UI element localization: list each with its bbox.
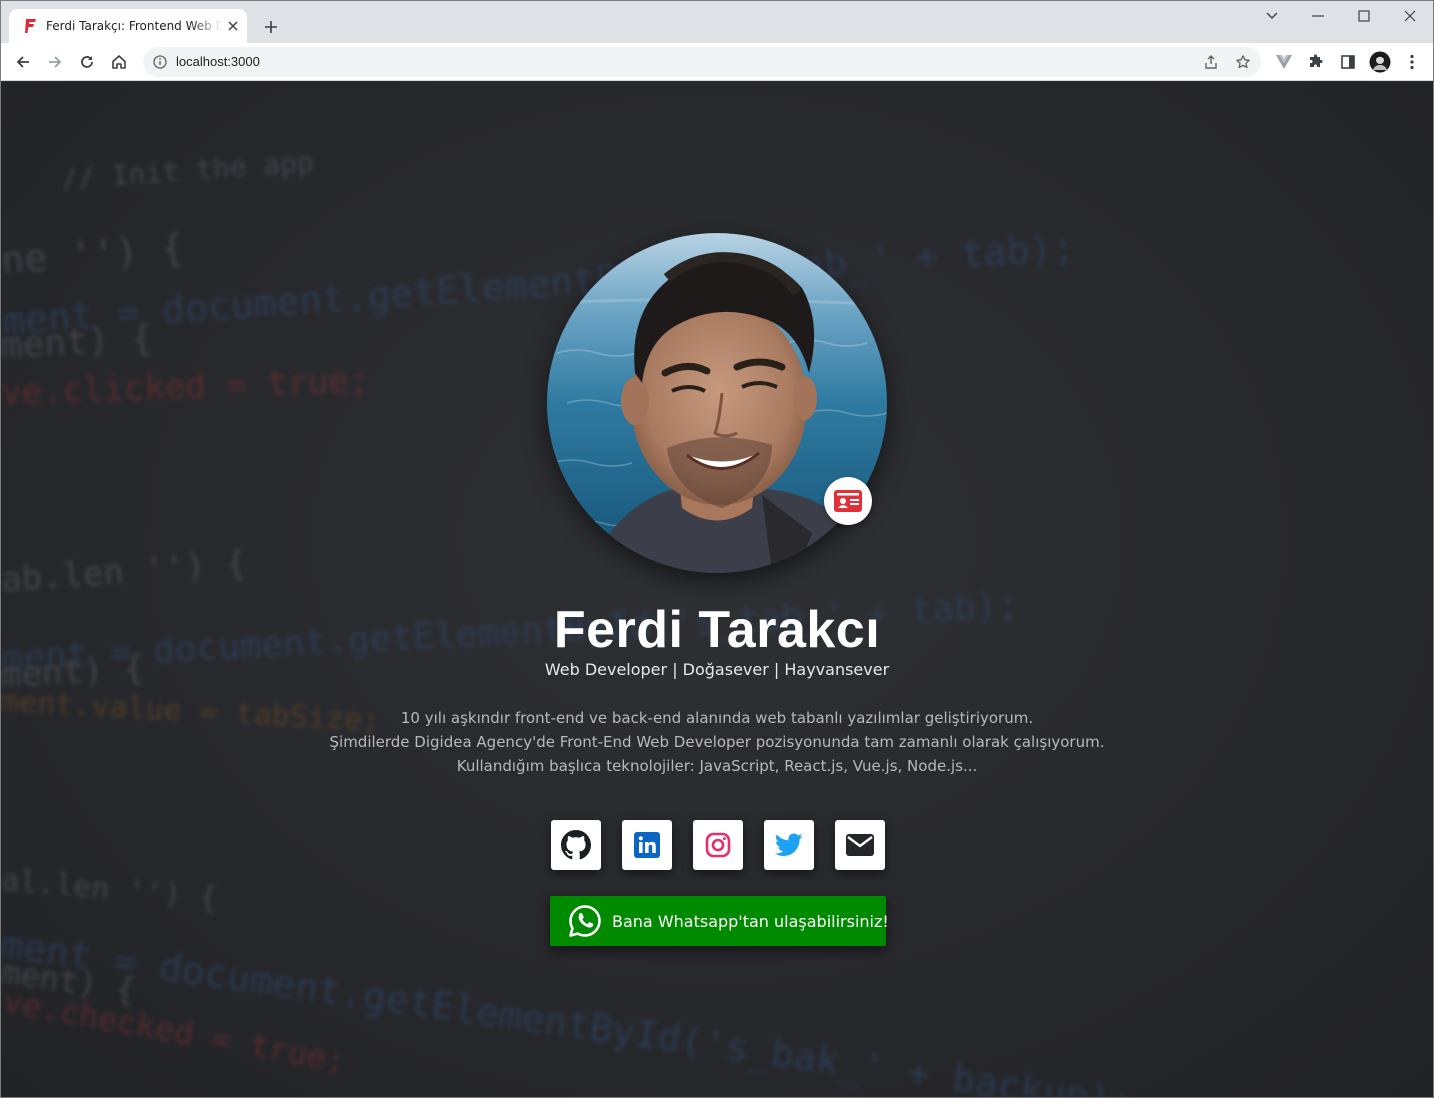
- envelope-icon: [846, 834, 874, 856]
- code-line: al.len '') {: [1, 862, 219, 917]
- tab-title: Ferdi Tarakçı: Frontend Web Developer: [46, 19, 222, 33]
- bio-line: Kullandığım başlıca teknolojiler: JavaSc…: [456, 757, 978, 775]
- reload-button[interactable]: [73, 48, 101, 76]
- close-window-button[interactable]: [1387, 1, 1433, 31]
- new-tab-button[interactable]: [259, 15, 283, 39]
- browser-window: Ferdi Tarakçı: Frontend Web Developer: [0, 0, 1434, 1098]
- instagram-icon: [705, 832, 731, 858]
- email-link-button[interactable]: [835, 820, 885, 870]
- code-line: ve.clicked = true;: [1, 360, 371, 414]
- page-content: // Init the app ne '') { ment = document…: [1, 82, 1433, 1098]
- twitter-link-button[interactable]: [764, 820, 814, 870]
- linkedin-icon: [634, 832, 660, 858]
- bookmark-star-icon[interactable]: [1235, 54, 1251, 70]
- id-card-icon[interactable]: [824, 477, 872, 525]
- tab-search-icon[interactable]: [1249, 1, 1295, 31]
- whatsapp-button-label: Bana Whatsapp'tan ulaşabilirsiniz!: [612, 911, 889, 931]
- code-line: // Init the app: [60, 145, 315, 196]
- forward-button[interactable]: [41, 48, 69, 76]
- linkedin-link-button[interactable]: [622, 820, 672, 870]
- code-line: ne '') {: [1, 225, 186, 283]
- share-icon[interactable]: [1203, 54, 1219, 70]
- url-text[interactable]: localhost:3000: [176, 54, 260, 70]
- site-info-icon[interactable]: [152, 54, 168, 70]
- back-button[interactable]: [9, 48, 37, 76]
- vue-devtools-extension-icon[interactable]: [1270, 48, 1298, 76]
- code-line: ment) {: [1, 318, 154, 367]
- whatsapp-icon: [568, 904, 602, 938]
- twitter-icon: [775, 833, 803, 856]
- whatsapp-button[interactable]: Bana Whatsapp'tan ulaşabilirsiniz!: [550, 896, 889, 946]
- tab-strip: Ferdi Tarakçı: Frontend Web Developer: [1, 1, 1433, 43]
- code-line: ment = document.getElementById('s_bak_' …: [1, 922, 1137, 1098]
- profile-name: Ferdi Tarakcı: [553, 601, 881, 659]
- side-panel-icon[interactable]: [1334, 48, 1362, 76]
- browser-toolbar: localhost:3000: [1, 43, 1433, 81]
- extensions-puzzle-icon[interactable]: [1302, 48, 1330, 76]
- home-button[interactable]: [105, 48, 133, 76]
- close-tab-icon[interactable]: [225, 18, 241, 34]
- browser-menu-icon[interactable]: [1398, 48, 1426, 76]
- address-bar[interactable]: localhost:3000: [143, 47, 1261, 77]
- profile-bio: 10 yılı aşkındır front-end ve back-end a…: [1, 706, 1433, 778]
- active-tab[interactable]: Ferdi Tarakçı: Frontend Web Developer: [9, 9, 247, 43]
- bio-line: 10 yılı aşkındır front-end ve back-end a…: [400, 709, 1034, 727]
- bio-line: Şimdilerde Digidea Agency'de Front-End W…: [329, 733, 1105, 751]
- minimize-button[interactable]: [1295, 1, 1341, 31]
- profile-roles: Web Developer | Doğasever | Hayvansever: [544, 660, 890, 679]
- code-line: ab.len '') {: [1, 543, 248, 601]
- site-favicon-icon: [23, 18, 39, 34]
- github-icon: [561, 830, 591, 860]
- maximize-button[interactable]: [1341, 1, 1387, 31]
- profile-avatar[interactable]: [1366, 48, 1394, 76]
- instagram-link-button[interactable]: [693, 820, 743, 870]
- github-link-button[interactable]: [551, 820, 601, 870]
